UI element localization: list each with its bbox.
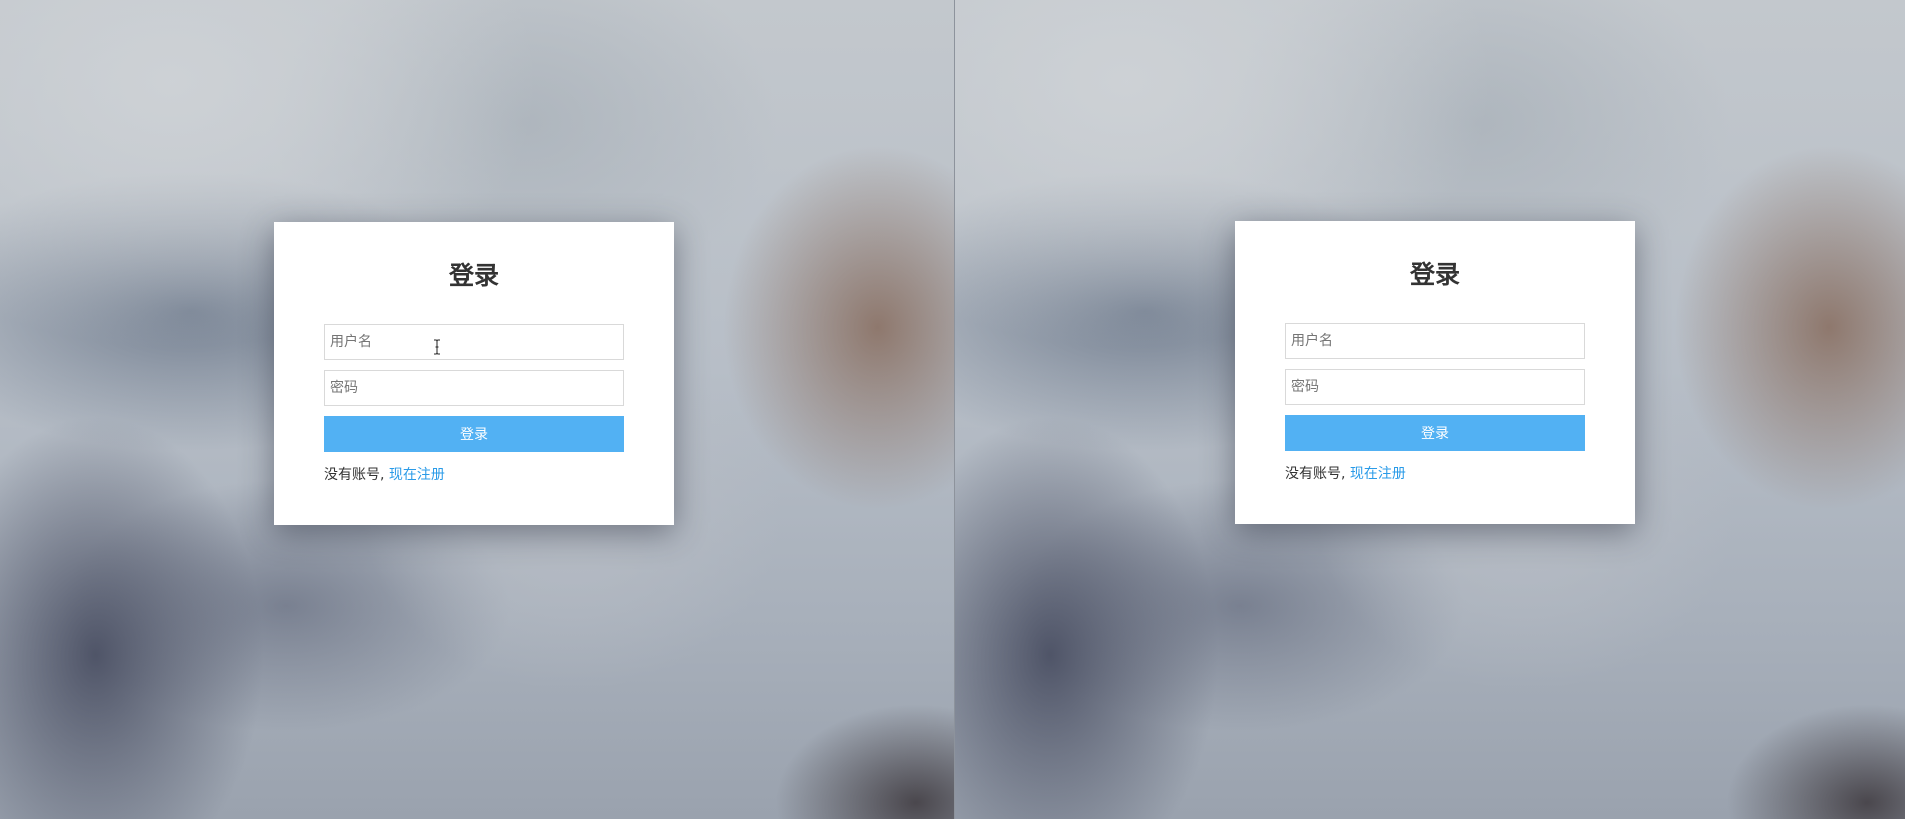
login-card: 登录 登录 没有账号, 现在注册 — [1235, 221, 1635, 524]
split-screen: 登录 登录 没有账号, 现在注册 登录 登录 没有账号, 现在注册 — [0, 0, 1905, 819]
no-account-text: 没有账号, — [324, 467, 389, 483]
login-button[interactable]: 登录 — [324, 416, 624, 452]
register-link[interactable]: 现在注册 — [389, 467, 445, 483]
left-pane: 登录 登录 没有账号, 现在注册 — [0, 0, 954, 819]
username-input[interactable] — [1285, 323, 1585, 359]
login-card: 登录 登录 没有账号, 现在注册 — [274, 222, 674, 525]
register-prompt: 没有账号, 现在注册 — [1285, 463, 1585, 483]
login-button[interactable]: 登录 — [1285, 415, 1585, 451]
login-title: 登录 — [1409, 260, 1460, 289]
no-account-text: 没有账号, — [1285, 466, 1350, 482]
password-input[interactable] — [324, 370, 624, 406]
password-input[interactable] — [1285, 369, 1585, 405]
right-pane: 登录 登录 没有账号, 现在注册 — [955, 0, 1905, 819]
register-prompt: 没有账号, 现在注册 — [324, 464, 624, 484]
username-input[interactable] — [324, 324, 624, 360]
register-link[interactable]: 现在注册 — [1350, 466, 1406, 482]
login-title: 登录 — [448, 261, 499, 290]
